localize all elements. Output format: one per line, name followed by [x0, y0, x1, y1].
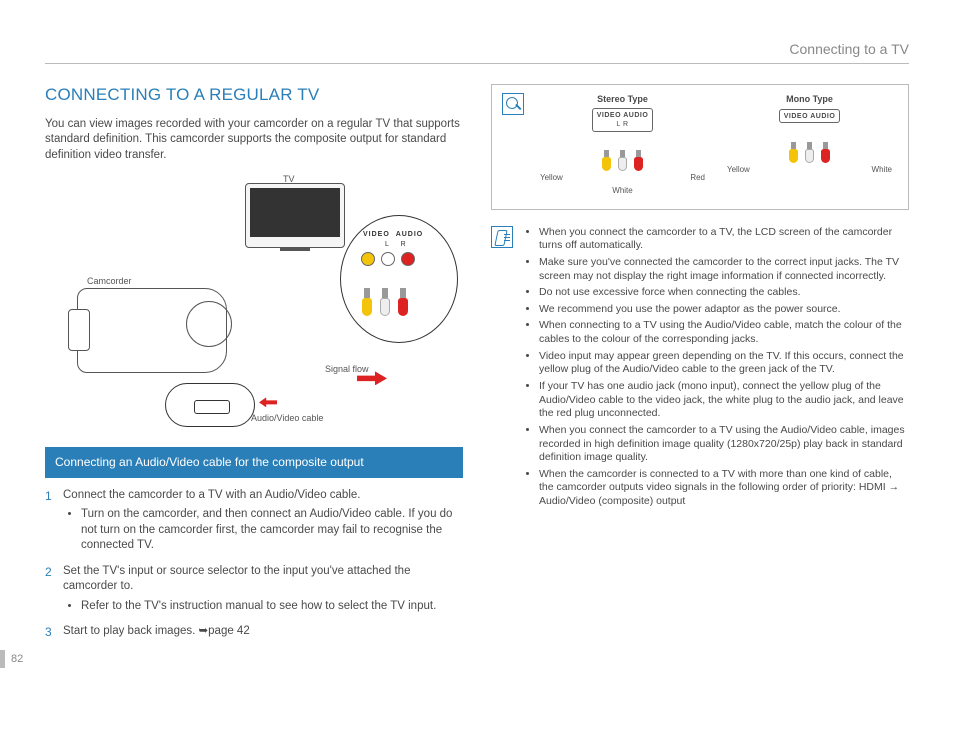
camcorder-illustration: [77, 288, 227, 373]
mono-type-diagram: Mono Type VIDEO AUDIO Yellow White: [721, 93, 898, 197]
stereo-type-diagram: Stereo Type VIDEO AUDIOL R Yellow Red Wh…: [534, 93, 711, 197]
step-2: Set the TV's input or source selector to…: [45, 564, 463, 615]
breadcrumb: Connecting to a TV: [45, 40, 909, 64]
page-number: 82: [0, 650, 23, 668]
tv-ports-callout: VIDEO AUDIO L R: [340, 215, 458, 343]
note-item: Video input may appear green depending o…: [539, 350, 909, 377]
note-item: If your TV has one audio jack (mono inpu…: [539, 380, 909, 421]
signal-flow-label: Signal flow: [325, 363, 369, 375]
note-item: Do not use excessive force when connecti…: [539, 286, 909, 300]
step-1-note: Turn on the camcorder, and then connect …: [81, 507, 463, 554]
yellow-plug-icon: [361, 276, 373, 316]
steps-list: Connect the camcorder to a TV with an Au…: [45, 488, 463, 640]
av-cable-label: Audio/Video cable: [251, 412, 323, 424]
intro-text: You can view images recorded with your c…: [45, 117, 463, 164]
camcorder-label: Camcorder: [87, 275, 132, 287]
white-plug-icon: [379, 276, 391, 316]
note-icon: [491, 226, 513, 248]
left-column: CONNECTING TO A REGULAR TV You can view …: [45, 84, 463, 650]
notes-list: When you connect the camcorder to a TV, …: [523, 226, 909, 512]
magnifying-glass-icon: [502, 93, 524, 115]
arrow-icon: [259, 397, 277, 407]
red-plug-icon: [397, 276, 409, 316]
arrow-right-icon: →: [889, 481, 900, 493]
connection-type-box: Stereo Type VIDEO AUDIOL R Yellow Red Wh…: [491, 84, 909, 210]
note-item: When the camcorder is connected to a TV …: [539, 468, 909, 509]
right-column: Stereo Type VIDEO AUDIOL R Yellow Red Wh…: [491, 84, 909, 650]
section-title: CONNECTING TO A REGULAR TV: [45, 84, 463, 107]
step-2-note: Refer to the TV's instruction manual to …: [81, 599, 463, 615]
connection-diagram: TV Camcorder VIDEO AUDIO L R: [45, 173, 463, 433]
camcorder-port-callout: [165, 383, 255, 427]
step-1: Connect the camcorder to a TV with an Au…: [45, 488, 463, 554]
step-3: Start to play back images. ➥page 42: [45, 624, 463, 640]
note-item: Make sure you've connected the camcorder…: [539, 256, 909, 283]
note-item: When connecting to a TV using the Audio/…: [539, 319, 909, 346]
note-item: When you connect the camcorder to a TV, …: [539, 226, 909, 253]
tv-illustration: [245, 183, 345, 248]
note-item: When you connect the camcorder to a TV u…: [539, 424, 909, 465]
notes-block: When you connect the camcorder to a TV, …: [491, 226, 909, 512]
note-item: We recommend you use the power adaptor a…: [539, 303, 909, 317]
page-reference-arrow-icon: ➥: [199, 625, 209, 637]
subsection-heading: Connecting an Audio/Video cable for the …: [45, 447, 463, 477]
